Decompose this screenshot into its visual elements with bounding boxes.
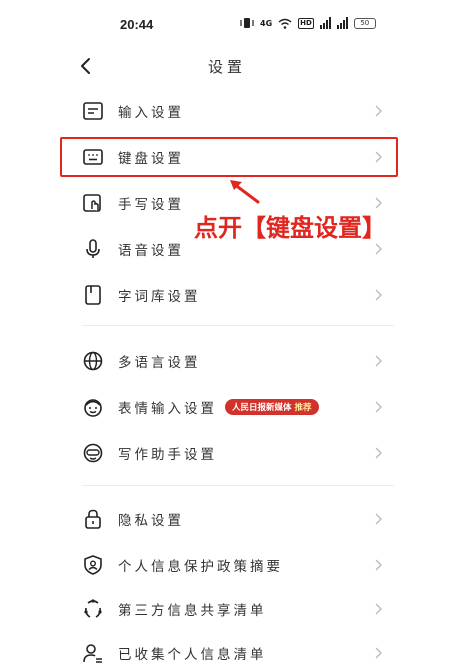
settings-item-label: 语音设置 [118, 243, 184, 259]
settings-item-emoji[interactable]: 表情输入设置 人民日报新媒体 推荐 [70, 386, 390, 428]
chevron-right-icon [375, 355, 382, 367]
share-cycle-icon [84, 599, 102, 618]
handwriting-icon [83, 194, 101, 212]
battery-icon: 50 [353, 17, 376, 29]
settings-item-writing-assistant[interactable]: 写作助手设置 [70, 432, 390, 474]
settings-item-label: 写作助手设置 [118, 447, 217, 463]
annotation-text: 点开【键盘设置】 [194, 214, 386, 242]
settings-item-label: 表情输入设置 [118, 401, 217, 417]
wifi-icon [278, 18, 292, 29]
settings-item-label: 输入设置 [118, 105, 184, 121]
settings-item-third-party-sharing[interactable]: 第三方信息共享清单 [70, 588, 390, 630]
network-type-label: 4G [260, 18, 273, 28]
settings-item-label: 隐私设置 [118, 513, 184, 529]
settings-item-label: 字词库设置 [118, 289, 201, 305]
signal-icon [319, 17, 331, 29]
nav-bar: 设置 [0, 44, 454, 88]
chevron-right-icon [375, 647, 382, 659]
recommend-badge: 人民日报新媒体 推荐 [225, 399, 319, 415]
badge-hot-text: 推荐 [294, 403, 312, 413]
badge-text: 人民日报新媒体 [232, 403, 292, 413]
status-bar: 20:44 4G HD 50 [0, 0, 454, 44]
section-divider [82, 485, 394, 486]
status-time: 20:44 [120, 17, 154, 32]
chevron-right-icon [375, 513, 382, 525]
globe-icon [83, 351, 103, 371]
settings-item-label: 多语言设置 [118, 355, 201, 371]
settings-item-label: 第三方信息共享清单 [118, 603, 267, 619]
chevron-right-icon [375, 105, 382, 117]
settings-item-dictionary[interactable]: 字词库设置 [70, 274, 390, 316]
settings-item-label: 手写设置 [118, 197, 184, 213]
chevron-right-icon [375, 289, 382, 301]
user-list-icon [83, 644, 102, 663]
hd-icon: HD [298, 17, 314, 29]
vibrate-icon [240, 18, 254, 28]
input-settings-icon [83, 102, 103, 120]
keyboard-highlight-box [60, 137, 398, 177]
settings-item-privacy-policy-summary[interactable]: 个人信息保护政策摘要 [70, 544, 390, 586]
page-title: 设置 [207, 58, 246, 76]
chevron-right-icon [375, 401, 382, 413]
dictionary-icon [85, 285, 101, 305]
settings-item-multilanguage[interactable]: 多语言设置 [70, 340, 390, 382]
settings-item-label: 已收集个人信息清单 [118, 647, 267, 663]
signal-icon-2 [336, 17, 348, 29]
settings-item-label: 个人信息保护政策摘要 [118, 559, 283, 575]
settings-item-input[interactable]: 输入设置 [70, 90, 390, 132]
shield-person-icon [84, 555, 102, 575]
chevron-right-icon [375, 559, 382, 571]
settings-item-collected-info[interactable]: 已收集个人信息清单 [70, 632, 390, 670]
annotation-arrow-icon [230, 180, 260, 204]
chevron-right-icon [375, 603, 382, 615]
mask-icon [83, 443, 103, 463]
chevron-right-icon [375, 447, 382, 459]
chevron-right-icon [375, 243, 382, 255]
section-divider [82, 325, 394, 326]
lock-icon [85, 509, 101, 529]
emoji-face-icon [84, 399, 102, 417]
microphone-icon [86, 239, 100, 258]
settings-item-privacy[interactable]: 隐私设置 [70, 498, 390, 540]
status-icons: 4G HD 50 [240, 15, 376, 31]
